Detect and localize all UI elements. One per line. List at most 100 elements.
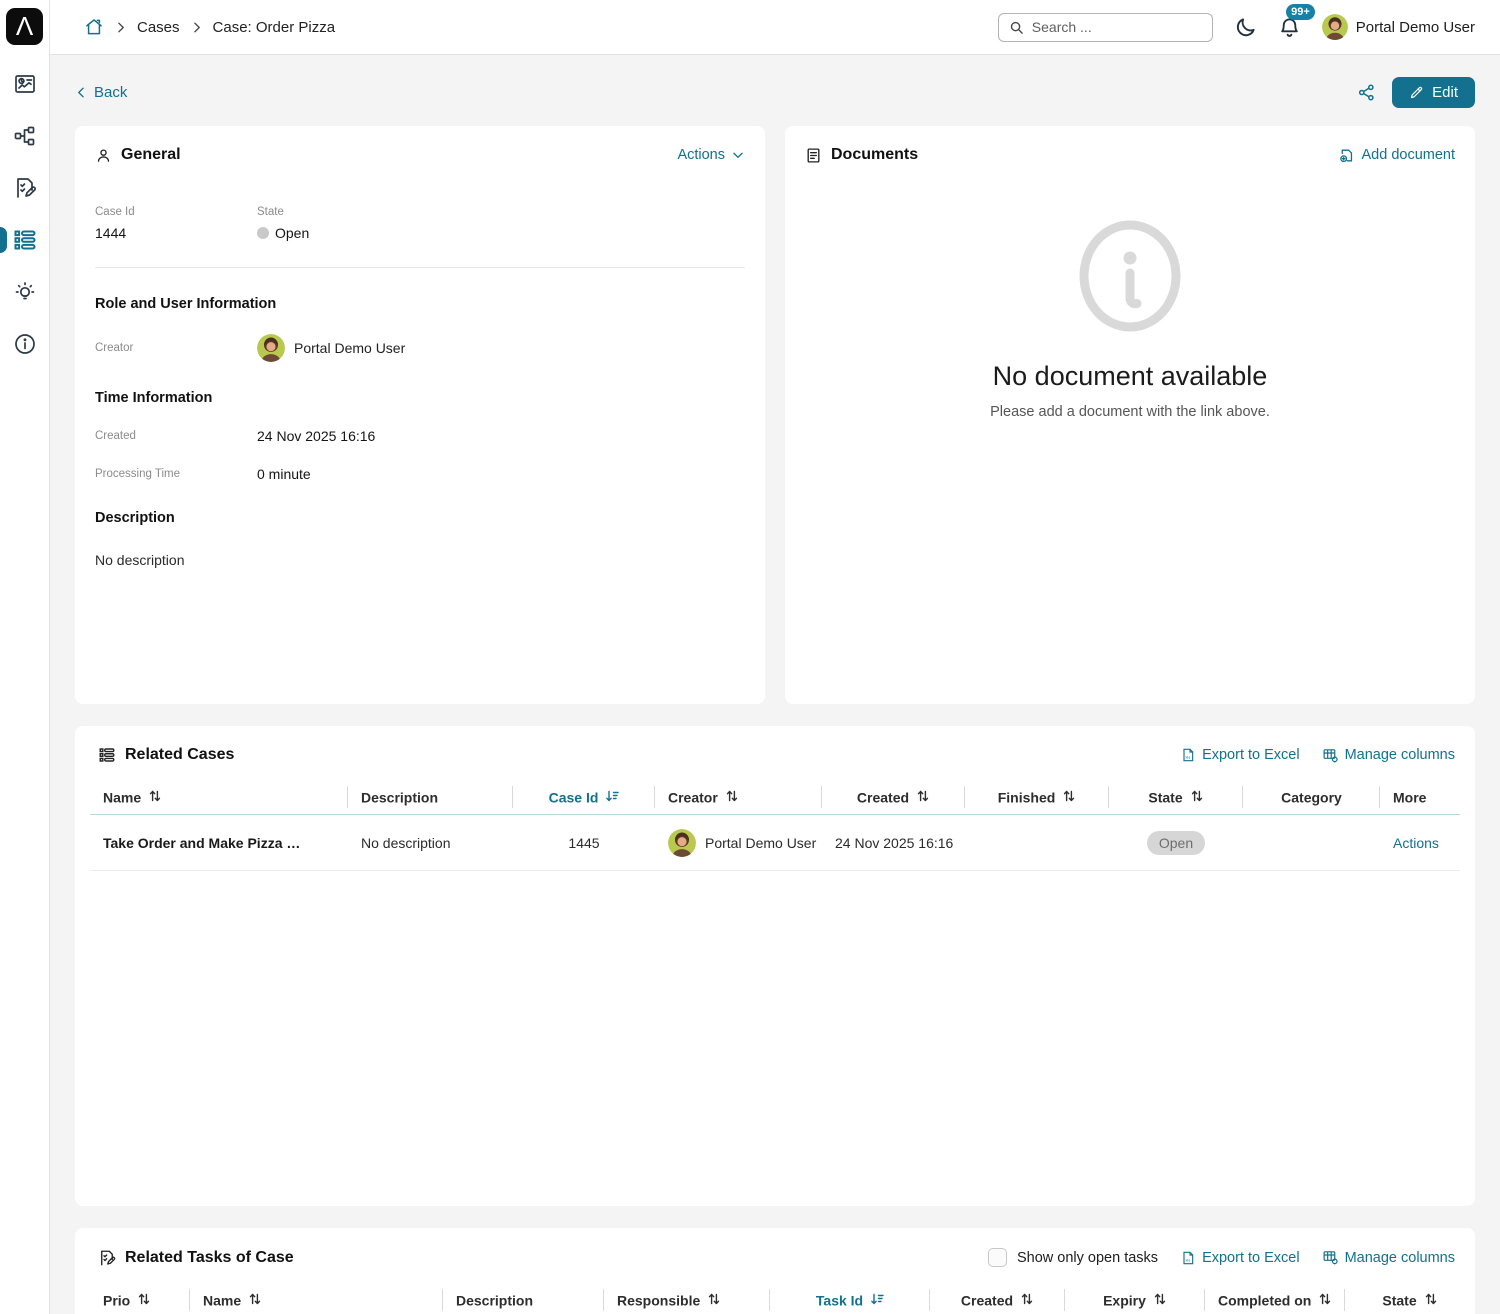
actions-dropdown[interactable]: Actions — [677, 147, 745, 163]
sort-icon — [725, 790, 739, 806]
add-document-link[interactable]: Add document — [1338, 147, 1455, 164]
processing-time-label: Processing Time — [95, 468, 257, 480]
edit-button[interactable]: Edit — [1392, 77, 1475, 108]
user-menu[interactable]: Portal Demo User — [1322, 14, 1475, 40]
sort-icon — [148, 790, 162, 806]
column-header-more: More — [1380, 780, 1460, 815]
search-input[interactable] — [1032, 19, 1202, 35]
sidebar-item-processes[interactable] — [0, 110, 49, 162]
lightbulb-icon — [13, 280, 37, 304]
time-section-title: Time Information — [95, 390, 745, 406]
tasks-icon — [13, 176, 37, 200]
active-indicator — [0, 227, 7, 253]
table-row[interactable]: Take Order and Make Pizza …No descriptio… — [90, 815, 1460, 871]
search-icon — [1009, 20, 1024, 35]
sort-icon — [707, 1293, 721, 1309]
column-header-finished[interactable]: Finished — [965, 780, 1109, 815]
manage-columns-link[interactable]: Manage columns — [1322, 747, 1455, 764]
sort-icon — [1318, 1293, 1332, 1309]
topbar: Cases Case: Order Pizza 99+ Portal Demo … — [50, 0, 1500, 55]
svg-text:xls: xls — [1185, 1257, 1190, 1262]
sidebar-item-info[interactable] — [0, 318, 49, 370]
row-actions-link[interactable]: Actions — [1393, 835, 1439, 851]
column-header-state[interactable]: State — [1109, 780, 1243, 815]
creator-avatar — [257, 334, 285, 362]
share-button[interactable] — [1357, 83, 1376, 102]
sidebar-item-cases[interactable] — [0, 214, 49, 266]
chevron-down-icon — [731, 148, 745, 162]
checkbox-icon[interactable] — [988, 1248, 1007, 1267]
status-badge: Open — [1147, 831, 1205, 855]
column-header-completed-on[interactable]: Completed on — [1205, 1283, 1345, 1314]
case-id-value: 1444 — [95, 225, 257, 241]
app-logo[interactable]: Λ — [6, 8, 43, 45]
created-label: Created — [95, 430, 257, 442]
column-header-created[interactable]: Created — [930, 1283, 1065, 1314]
table-cell-state: Open — [1109, 815, 1243, 871]
sidebar-item-lightbulb[interactable] — [0, 266, 49, 318]
sidebar-item-tasks[interactable] — [0, 162, 49, 214]
description-value: No description — [95, 552, 745, 568]
related-tasks-title: Related Tasks of Case — [125, 1249, 294, 1267]
processing-time-value: 0 minute — [257, 466, 745, 482]
chevron-right-icon — [190, 21, 203, 34]
documents-empty-state: No document available Please add a docum… — [805, 220, 1455, 420]
sort-icon — [916, 790, 930, 806]
dark-mode-toggle[interactable] — [1234, 16, 1257, 39]
sort-icon — [1190, 790, 1204, 806]
sort-icon — [248, 1293, 262, 1309]
documents-card-title: Documents — [831, 146, 918, 164]
dashboard-icon — [13, 72, 37, 96]
manage-columns-link[interactable]: Manage columns — [1322, 1249, 1455, 1266]
column-header-state[interactable]: State — [1345, 1283, 1460, 1314]
table-cell-case-id: 1445 — [513, 815, 655, 871]
info-circle-icon — [1074, 220, 1186, 337]
show-only-open-tasks-toggle[interactable]: Show only open tasks — [988, 1248, 1158, 1267]
info-icon — [13, 332, 37, 356]
search-box — [998, 13, 1213, 42]
state-value: Open — [257, 225, 745, 241]
sidebar-item-dashboard[interactable] — [0, 58, 49, 110]
column-header-name[interactable]: Name — [190, 1283, 443, 1314]
breadcrumb-item-cases[interactable]: Cases — [137, 19, 180, 36]
excel-file-icon: xls — [1180, 1250, 1196, 1266]
column-header-prio[interactable]: Prio — [90, 1283, 190, 1314]
table-cell-category — [1243, 815, 1380, 871]
svg-text:xls: xls — [1185, 755, 1190, 760]
export-excel-link[interactable]: xls Export to Excel — [1180, 747, 1300, 763]
table-gear-icon — [1322, 1249, 1339, 1266]
general-card: General Actions Case Id 1444 State — [75, 126, 765, 704]
related-tasks-table: PrioNameDescriptionResponsibleTask IdCre… — [90, 1283, 1460, 1314]
created-value: 24 Nov 2025 16:16 — [257, 428, 745, 444]
excel-file-icon: xls — [1180, 747, 1196, 763]
task-doc-icon — [98, 1249, 116, 1267]
column-header-case-id[interactable]: Case Id — [513, 780, 655, 815]
sort-icon — [1062, 790, 1076, 806]
processes-icon — [13, 124, 37, 148]
documents-card: Documents Add document No document avail… — [785, 126, 1475, 704]
notifications-button[interactable]: 99+ — [1278, 16, 1301, 39]
creator-label: Creator — [95, 342, 257, 354]
table-cell-more[interactable]: Actions — [1380, 815, 1460, 871]
table-gear-icon — [1322, 747, 1339, 764]
column-header-created[interactable]: Created — [822, 780, 965, 815]
divider — [95, 267, 745, 268]
person-icon — [95, 147, 112, 164]
related-tasks-card: Related Tasks of Case Show only open tas… — [75, 1228, 1475, 1314]
home-icon[interactable] — [84, 17, 104, 37]
case-id-label: Case Id — [95, 206, 257, 218]
export-excel-link[interactable]: xls Export to Excel — [1180, 1250, 1300, 1266]
moon-icon — [1234, 16, 1257, 39]
column-header-task-id[interactable]: Task Id — [770, 1283, 930, 1314]
general-card-title: General — [121, 146, 181, 164]
role-section-title: Role and User Information — [95, 296, 745, 312]
sort-icon — [1424, 1293, 1438, 1309]
row-avatar — [668, 829, 696, 857]
state-label: State — [257, 206, 745, 218]
table-cell-name: Take Order and Make Pizza … — [90, 815, 348, 871]
column-header-creator[interactable]: Creator — [655, 780, 822, 815]
column-header-responsible[interactable]: Responsible — [604, 1283, 770, 1314]
back-link[interactable]: Back — [75, 84, 127, 101]
column-header-name[interactable]: Name — [90, 780, 348, 815]
column-header-expiry[interactable]: Expiry — [1065, 1283, 1205, 1314]
